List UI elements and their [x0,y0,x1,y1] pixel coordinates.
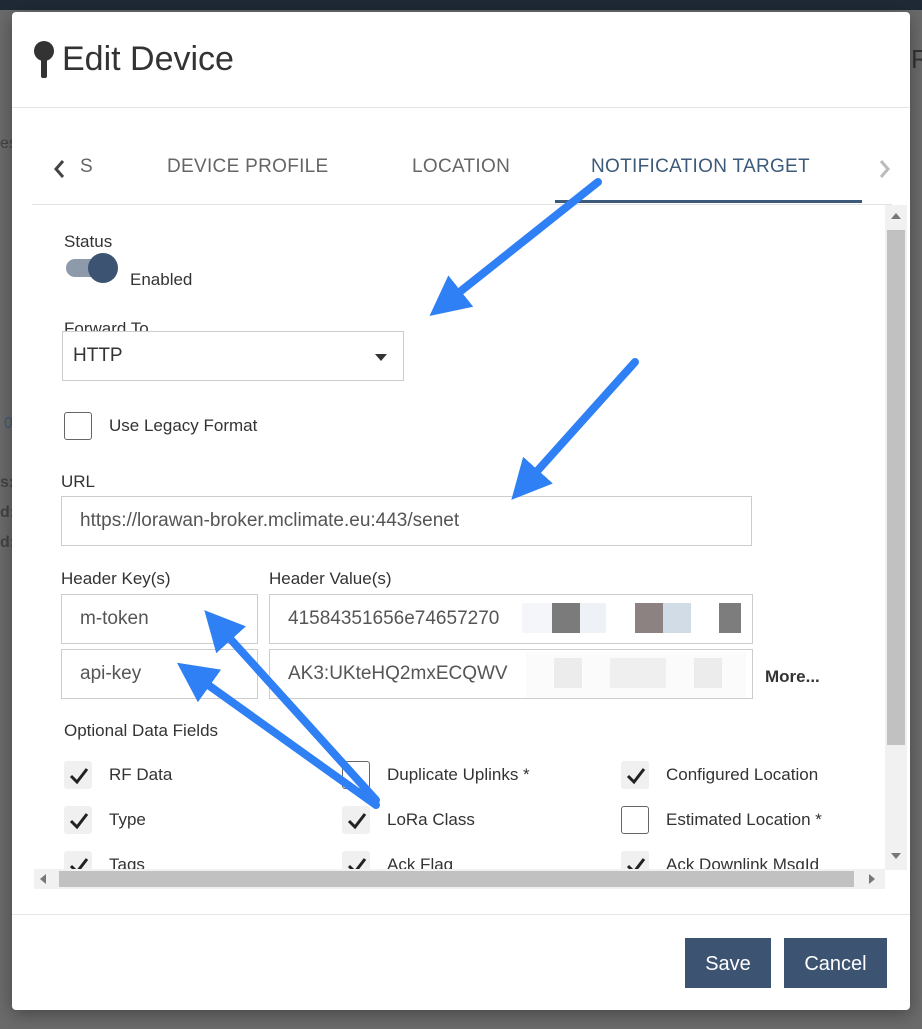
ack-downlink-msgid-checkbox[interactable] [621,851,649,870]
redaction-blur [580,603,606,633]
lora-class-label: LoRa Class [387,810,475,829]
configured-location-checkbox[interactable] [621,761,649,789]
url-input[interactable]: https://lorawan-broker.mclimate.eu:443/s… [61,496,752,546]
checkmark-icon [626,858,646,870]
status-value: Enabled [130,270,193,289]
ack-flag-checkbox[interactable] [342,851,370,870]
duplicate-uplinks-checkbox[interactable] [342,761,370,789]
scroll-down-icon[interactable] [891,853,901,859]
modal-header: Edit Device [12,12,910,108]
notification-target-form: Status Enabled Forward To HTTP Use Legac… [32,205,882,870]
background-text: R [911,44,922,74]
url-value: https://lorawan-broker.mclimate.eu:443/s… [80,510,460,531]
ack-flag-label: Ack Flag [387,855,454,870]
active-tab-indicator [555,200,862,203]
forward-to-value: HTTP [73,345,123,366]
type-checkbox[interactable] [64,806,92,834]
horizontal-scrollbar[interactable] [34,869,885,889]
scroll-right-icon[interactable] [869,874,875,884]
cancel-button[interactable]: Cancel [784,938,887,988]
tab-bar: S DEVICE PROFILE LOCATION NOTIFICATION T… [32,142,892,205]
duplicate-uplinks-label: Duplicate Uplinks * [387,765,530,784]
status-toggle[interactable] [66,252,118,283]
header-key-input[interactable]: m-token [61,594,258,644]
forward-to-select[interactable]: HTTP [62,331,404,381]
app-top-bar [0,0,922,10]
edit-device-modal: Edit Device S DEVICE PROFILE LOCATION NO… [12,12,910,1010]
toggle-knob [88,253,118,283]
optional-fields-label: Optional Data Fields [64,721,219,740]
configured-location-label: Configured Location [666,765,819,784]
map-pin-icon [34,41,54,78]
redaction-blur [694,658,722,688]
footer-divider [12,914,910,915]
header-values-label: Header Value(s) [269,569,392,588]
header-keys-label: Header Key(s) [61,569,171,588]
redaction-blur [719,603,741,633]
header-value-text: AK3:UKteHQ2mxECQWV [288,663,508,684]
vertical-scrollbar[interactable] [885,205,907,870]
rf-data-label: RF Data [109,765,173,784]
checkmark-icon [347,858,367,870]
rf-data-checkbox[interactable] [64,761,92,789]
scroll-left-icon[interactable] [40,874,46,884]
redaction-blur [554,658,582,688]
tab-location[interactable]: LOCATION [412,156,510,178]
type-label: Type [109,810,146,829]
estimated-location-label: Estimated Location * [666,810,822,829]
modal-title: Edit Device [62,40,234,78]
chevron-right-icon[interactable] [874,156,894,182]
redaction-blur [635,603,663,633]
checkmark-icon [69,858,89,870]
header-value-input[interactable]: 41584351656e74657270 [269,594,753,644]
tags-label: Tags [109,855,145,870]
checkmark-icon [626,768,646,785]
redaction-blur [663,603,691,633]
legacy-format-checkbox[interactable] [64,412,92,440]
redaction-blur [610,658,666,688]
redaction-blur [522,603,552,633]
tab-device-profile[interactable]: DEVICE PROFILE [167,156,329,178]
tab-s[interactable]: S [80,156,93,178]
checkmark-icon [69,768,89,785]
tab-notification-target[interactable]: NOTIFICATION TARGET [591,156,810,178]
caret-down-icon [375,354,387,361]
ack-downlink-msgid-label: Ack Downlink MsgId [666,855,820,870]
legacy-format-label: Use Legacy Format [109,416,258,435]
tags-checkbox[interactable] [64,851,92,870]
redaction-blur [552,603,580,633]
header-key-value: api-key [80,663,142,684]
estimated-location-checkbox[interactable] [621,806,649,834]
status-label: Status [64,232,113,251]
header-key-value: m-token [80,608,149,629]
checkmark-icon [347,813,367,830]
header-key-input[interactable]: api-key [61,649,258,699]
scroll-up-icon[interactable] [891,213,901,219]
save-button[interactable]: Save [685,938,771,988]
header-value-input[interactable]: AK3:UKteHQ2mxECQWV [269,649,753,699]
more-headers-link[interactable]: More... [765,667,820,687]
lora-class-checkbox[interactable] [342,806,370,834]
url-label: URL [61,472,96,491]
scroll-thumb[interactable] [59,871,854,887]
checkmark-icon [69,813,89,830]
chevron-left-icon[interactable] [50,156,70,182]
scroll-thumb[interactable] [887,230,905,745]
header-value-text: 41584351656e74657270 [288,608,500,629]
